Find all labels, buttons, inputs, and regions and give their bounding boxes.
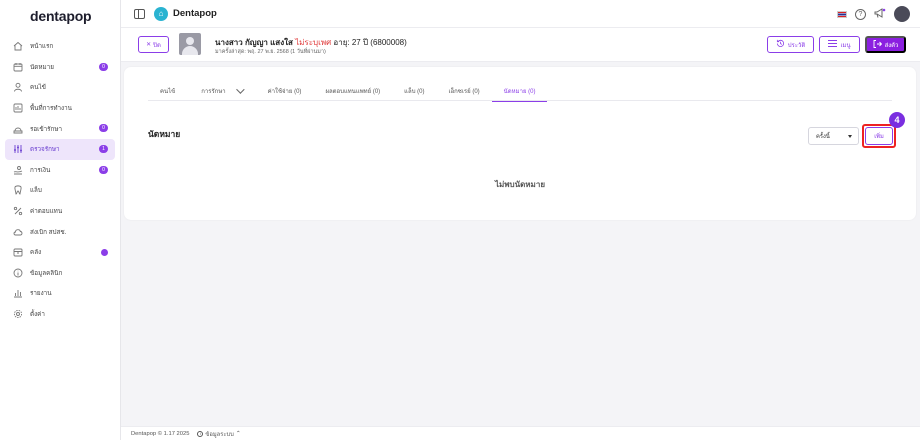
send-button[interactable]: ส่งตัว (865, 36, 906, 53)
sidebar-item-label: คลัง (30, 249, 42, 257)
sidebar-item-label: แล็บ (30, 187, 42, 195)
finance-icon (12, 164, 23, 175)
patient-header: ✕ ปิด นางสาว กัญญา แสงใส ไม่ระบุเพศ อายุ… (121, 28, 920, 62)
sidebar-nav: หน้าแรก นัดหมาย 0 คนไข้ พื้นที่การทำงาน … (0, 36, 120, 324)
send-icon (873, 39, 882, 50)
sidebar-item-label: นัดหมาย (30, 63, 54, 71)
calendar-icon (12, 61, 23, 72)
sidebar-item-label: ตรวจรักษา (30, 146, 60, 154)
sidebar-item-treatment[interactable]: ตรวจรักษา 1 (5, 138, 115, 160)
chevron-down-icon (235, 85, 245, 94)
sidebar-item-label: พื้นที่การทำงาน (30, 105, 72, 113)
sidebar-item-patients[interactable]: คนไข้ (5, 77, 115, 98)
sidebar-item-waiting[interactable]: รอเข้ารักษา 0 (5, 118, 115, 139)
empty-state: ไม่พบนัดหมาย (494, 180, 546, 189)
patient-hn: (6800008) (370, 38, 407, 47)
hamburger-icon (828, 40, 838, 49)
filter-value: ครั้งนี้ (816, 134, 830, 140)
patient-avatar (179, 33, 201, 55)
footer: Dentapop © 1.17 2025 i ข้อมูลระบบ ⌃ (121, 426, 920, 440)
help-icon[interactable]: ? (855, 8, 866, 20)
section-title: นัดหมาย (148, 129, 181, 139)
system-info-link[interactable]: i ข้อมูลระบบ ⌃ (197, 429, 241, 439)
sidebar-item-home[interactable]: หน้าแรก (5, 36, 115, 57)
close-icon: ✕ (146, 42, 152, 48)
count-badge: 0 (99, 62, 108, 71)
waiting-icon (12, 123, 23, 134)
app-logo[interactable]: dentapop (0, 0, 120, 32)
close-button[interactable]: ✕ ปิด (138, 36, 169, 53)
appointments-card: คนไข้ การรักษา ค่าใช้จ่าย (0) ผลตอบแทนแพ… (124, 67, 916, 220)
sidebar-item-label: การเงิน (30, 166, 51, 174)
top-actions: ? (837, 6, 910, 22)
patient-gender: ไม่ระบุเพศ (295, 38, 332, 47)
copyright: Dentapop © 1.17 2025 (131, 430, 190, 437)
treatment-icon (12, 144, 23, 155)
sidebar-item-label: หน้าแรก (30, 43, 54, 51)
sidebar-item-lab[interactable]: แล็บ (5, 180, 115, 201)
percent-icon (12, 206, 23, 217)
sidebar-item-inventory[interactable]: คลัง (5, 242, 115, 263)
brand-name: Dentapop (173, 8, 217, 19)
sidebar-item-clinic-info[interactable]: ข้อมูลคลินิก (5, 263, 115, 284)
brand-house-icon: ⌂ (154, 6, 168, 21)
history-button[interactable]: ประวัติ (767, 36, 814, 53)
sidebar-item-label: รอเข้ารักษา (30, 125, 63, 133)
add-appointment-button[interactable]: เพิ่ม (865, 127, 893, 145)
tab-appointments[interactable]: นัดหมาย (0) (491, 81, 548, 102)
sidebar-item-compensation[interactable]: ค่าตอบแทน (5, 201, 115, 222)
sidebar-item-workspace[interactable]: พื้นที่การทำงาน (5, 98, 115, 119)
sidebar-item-label: คนไข้ (30, 84, 46, 92)
report-icon (12, 288, 23, 299)
count-badge: 0 (99, 124, 108, 133)
history-icon (776, 39, 785, 50)
sidebar-item-reports[interactable]: รายงาน (5, 283, 115, 304)
sidebar-item-label: ส่งเบิก สปสช. (30, 228, 67, 236)
info-icon (12, 267, 23, 278)
patient-age: อายุ: 27 ปี (333, 38, 369, 47)
sidebar: dentapop หน้าแรก นัดหมาย 0 คนไข้ พื้นที่… (0, 0, 121, 440)
sidebar-item-finance[interactable]: การเงิน 0 (5, 160, 115, 181)
megaphone-icon[interactable] (874, 7, 886, 21)
workspace-icon (12, 103, 23, 114)
top-bar: ⌂ Dentapop ? (121, 0, 920, 28)
patient-tabs: คนไข้ การรักษา ค่าใช้จ่าย (0) ผลตอบแทนแพ… (148, 81, 892, 102)
inventory-icon (12, 247, 23, 258)
tab-xray[interactable]: เอ็กซเรย์ (0) (437, 81, 492, 101)
thai-flag-icon[interactable] (837, 10, 847, 18)
notification-dot (101, 248, 108, 256)
tab-treatment[interactable]: การรักษา (187, 81, 255, 101)
tab-doctor-fee[interactable]: ผลตอบแทนแพทย์ (0) (313, 81, 392, 101)
patient-name: นางสาว กัญญา แสงใส (215, 38, 293, 47)
sidebar-item-claims[interactable]: ส่งเบิก สปสช. (5, 221, 115, 242)
caret-down-icon (848, 135, 852, 138)
sidebar-item-appointments[interactable]: นัดหมาย 0 (5, 57, 115, 78)
cloud-icon (12, 226, 23, 237)
tooth-icon (12, 185, 23, 196)
menu-button[interactable]: เมนู (819, 36, 860, 53)
user-avatar-icon[interactable] (894, 6, 910, 22)
count-badge: 1 (99, 144, 108, 153)
sidebar-item-label: ตั้งค่า (30, 311, 45, 319)
sidebar-toggle-icon[interactable] (134, 8, 145, 19)
chevron-up-icon: ⌃ (235, 430, 241, 437)
info-icon: i (197, 430, 204, 437)
step-badge: 4 (889, 112, 905, 128)
patient-last-visit: มาครั้งล่าสุด: พฤ. 27 พ.ย. 2568 (1 วันที… (215, 49, 326, 55)
sidebar-item-label: รายงาน (30, 290, 52, 298)
count-badge: 0 (99, 165, 108, 174)
sidebar-item-label: ค่าตอบแทน (30, 208, 63, 216)
sidebar-item-settings[interactable]: ตั้งค่า (5, 304, 115, 325)
tab-lab[interactable]: แล็บ (0) (392, 81, 436, 101)
gear-icon (12, 309, 23, 320)
sidebar-item-label: ข้อมูลคลินิก (30, 269, 63, 277)
appointment-filter-select[interactable]: ครั้งนี้ (808, 127, 859, 145)
tab-expenses[interactable]: ค่าใช้จ่าย (0) (256, 81, 314, 101)
user-icon (12, 82, 23, 93)
tab-patient[interactable]: คนไข้ (148, 81, 187, 101)
home-icon (12, 41, 23, 52)
